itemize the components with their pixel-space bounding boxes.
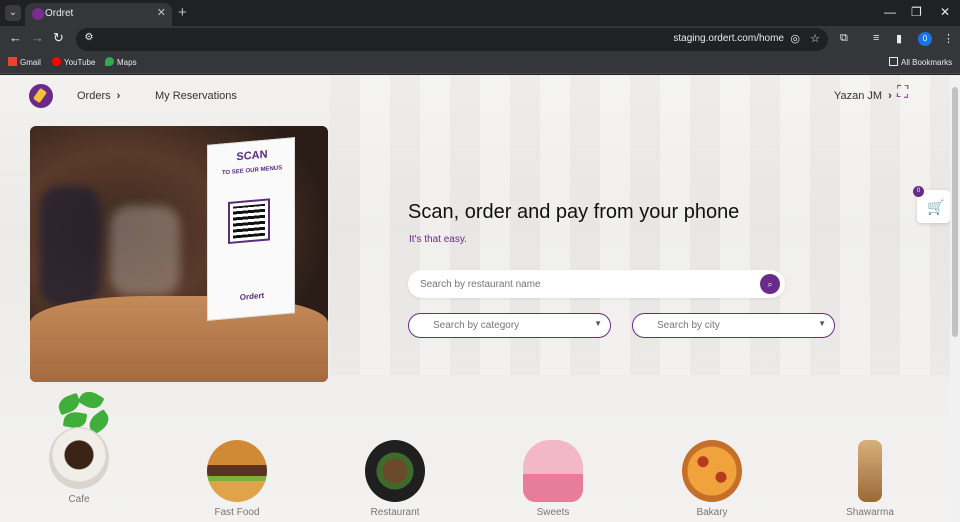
close-tab-icon[interactable]: ✕: [157, 6, 166, 19]
qr-code-icon: [228, 198, 270, 245]
menu-kebab-icon[interactable]: ⋮: [943, 32, 954, 45]
profile-avatar[interactable]: 0: [918, 32, 932, 46]
cart-button[interactable]: 🛒 0: [913, 186, 950, 223]
chevron-right-icon: ›: [888, 90, 892, 102]
bookmark-gmail[interactable]: Gmail: [8, 57, 41, 67]
coffee-cup-icon: [49, 427, 109, 489]
ordret-logo[interactable]: [29, 84, 53, 108]
category-restaurant[interactable]: Restaurant: [355, 440, 435, 522]
search-icon: ⌕: [767, 279, 773, 289]
shopping-cart-icon: 🛒: [927, 199, 945, 215]
maximize-button[interactable]: ❐: [911, 5, 922, 19]
browser-titlebar: ⌄ Ordret ✕ + — ❐ ✕: [0, 0, 960, 26]
extensions-icon[interactable]: ⧉: [840, 32, 848, 45]
burger-icon: [207, 440, 267, 502]
category-fast-food[interactable]: Fast Food: [197, 440, 277, 522]
cart-count-badge: 0: [913, 186, 924, 197]
gmail-icon: [8, 57, 17, 66]
translate-icon[interactable]: ⛶: [897, 84, 921, 108]
maps-icon: [105, 57, 114, 66]
caret-down-icon: ▼: [594, 319, 602, 328]
scrollbar-thumb[interactable]: [952, 87, 958, 337]
category-cafe[interactable]: Cafe: [39, 427, 119, 509]
chevron-right-icon: ›: [116, 90, 121, 102]
hero-image: SCAN TO SEE OUR MENUS Ordert: [30, 126, 328, 382]
new-tab-button[interactable]: +: [178, 4, 187, 21]
forward-button[interactable]: →: [31, 30, 44, 45]
all-bookmarks[interactable]: All Bookmarks: [889, 57, 952, 67]
qr-menu-stand: SCAN TO SEE OUR MENUS Ordert: [207, 137, 295, 321]
bookmarks-bar: Gmail YouTube Maps All Bookmarks: [0, 53, 960, 74]
nav-orders[interactable]: Orders ›: [77, 90, 120, 102]
hero-headline: Scan, order and pay from your phone: [408, 201, 740, 223]
page-content: Orders › My Reservations Yazan JM › ⛶ SCAN…: [0, 75, 950, 522]
restaurant-search: ⌕: [408, 270, 785, 298]
media-controls-icon[interactable]: ≡: [873, 32, 879, 44]
category-select[interactable]: Search by category ▼: [408, 313, 611, 338]
url-text: staging.ordert.com/home: [673, 33, 784, 44]
bookmark-youtube[interactable]: YouTube: [52, 57, 95, 67]
side-panel-icon[interactable]: ▮: [896, 32, 902, 45]
hero-subline: It's that easy.: [409, 234, 467, 245]
youtube-icon: [52, 57, 61, 66]
category-list: Cafe Fast Food Restaurant Sweets Bakary …: [0, 427, 950, 522]
cupcake-icon: [523, 440, 583, 502]
category-bakary[interactable]: Bakary: [672, 440, 752, 522]
nav-my-reservations[interactable]: My Reservations: [155, 90, 237, 102]
tracking-icon[interactable]: ◎: [790, 32, 800, 45]
bookmark-star-icon[interactable]: ☆: [810, 32, 820, 45]
close-window-button[interactable]: ✕: [940, 5, 950, 19]
back-button[interactable]: ←: [9, 30, 22, 45]
bookmark-maps[interactable]: Maps: [105, 57, 137, 67]
minimize-button[interactable]: —: [884, 5, 896, 19]
ordret-favicon-icon: [32, 8, 44, 20]
address-bar[interactable]: ⚙ staging.ordert.com/home ◎ ☆: [76, 28, 828, 51]
browser-toolbar: ← → ↻ ⚙ staging.ordert.com/home ◎ ☆ ⧉ ≡ …: [0, 26, 960, 53]
site-info-icon[interactable]: ⚙: [82, 32, 96, 46]
category-sweets[interactable]: Sweets: [513, 440, 593, 522]
search-button[interactable]: ⌕: [760, 274, 780, 294]
reload-button[interactable]: ↻: [53, 30, 64, 46]
folder-icon: [889, 57, 898, 66]
user-menu[interactable]: Yazan JM ›: [834, 90, 892, 102]
pizza-icon: [682, 440, 742, 502]
browser-tab[interactable]: Ordret ✕: [25, 3, 172, 26]
restaurant-search-input[interactable]: [420, 276, 750, 292]
shawarma-icon: [858, 440, 882, 502]
tab-search-button[interactable]: ⌄: [5, 5, 21, 21]
page-scrollbar[interactable]: [950, 75, 960, 522]
tab-title: Ordret: [45, 8, 74, 19]
caret-down-icon: ▼: [818, 319, 826, 328]
city-select[interactable]: Search by city ▼: [632, 313, 835, 338]
plated-dish-icon: [365, 440, 425, 502]
category-shawarma[interactable]: Shawarma: [830, 440, 910, 522]
